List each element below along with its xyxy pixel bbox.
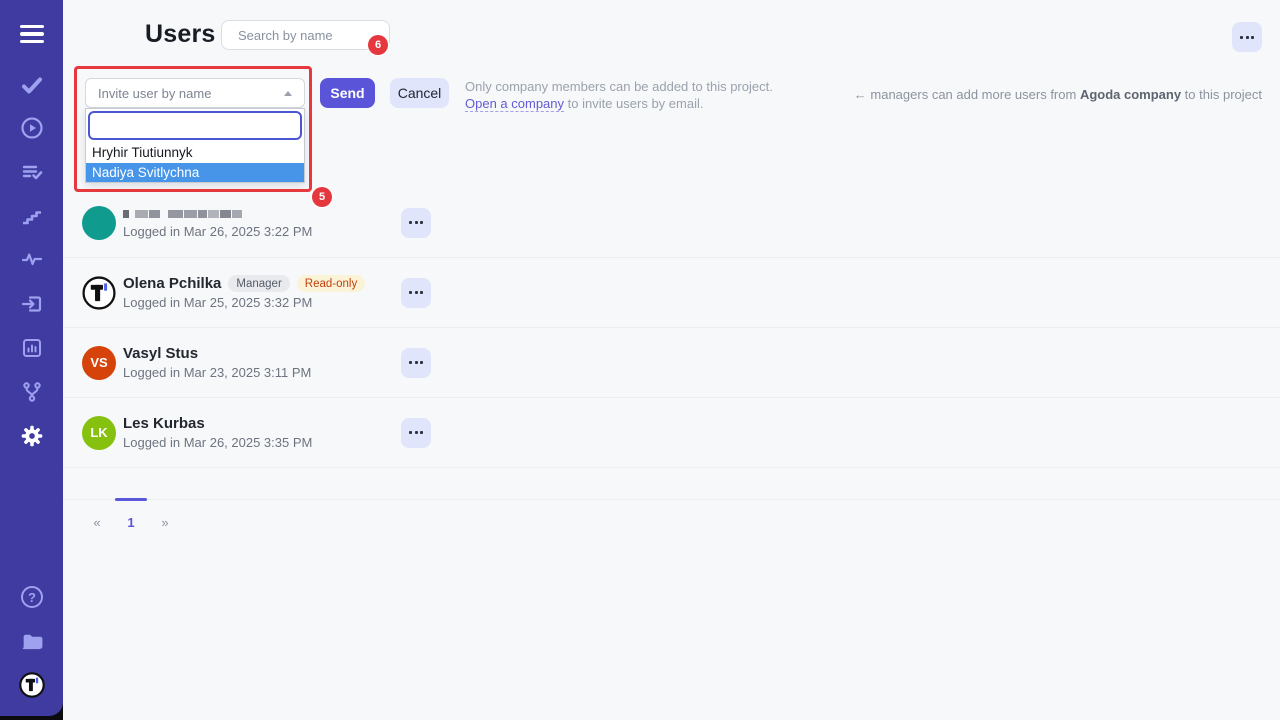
list-spacer: [63, 468, 1280, 500]
sidebar: ?: [0, 0, 63, 716]
menu-hamburger-icon[interactable]: [19, 21, 45, 47]
app-logo-icon[interactable]: [19, 672, 45, 698]
pagination-next[interactable]: »: [148, 500, 182, 544]
invite-info-text: Only company members can be added to thi…: [465, 78, 773, 112]
readonly-badge: Read-only: [297, 275, 365, 292]
user-row: VS Vasyl Stus Logged in Mar 23, 2025 3:1…: [63, 328, 1280, 398]
dropdown-option-selected[interactable]: Nadiya Svitlychna: [86, 163, 304, 183]
chevron-up-icon: [284, 91, 292, 96]
stairs-steps-icon[interactable]: [19, 203, 45, 229]
note-company-name: Agoda company: [1080, 87, 1181, 102]
folder-icon[interactable]: [19, 628, 45, 654]
send-button[interactable]: Send: [320, 78, 375, 108]
invite-user-select[interactable]: Invite user by name: [85, 78, 305, 108]
invite-user-dropdown: Hryhir Tiutiunnyk Nadiya Svitlychna: [85, 108, 305, 183]
user-list: Logged in Mar 26, 2025 3:22 PM: [63, 188, 1280, 544]
settings-gear-icon[interactable]: [19, 423, 45, 449]
bar-chart-icon[interactable]: [19, 335, 45, 361]
user-name: Vasyl Stus: [123, 345, 198, 362]
redacted-name: [123, 206, 312, 221]
note-prefix: ← managers can add more users from: [854, 87, 1080, 102]
page-title: Users: [145, 20, 216, 49]
last-login: Logged in Mar 26, 2025 3:22 PM: [123, 224, 312, 239]
branch-merge-icon[interactable]: [19, 379, 45, 405]
managers-note: ← managers can add more users from Agoda…: [854, 87, 1262, 102]
play-circle-icon[interactable]: [19, 115, 45, 141]
cancel-button[interactable]: Cancel: [390, 78, 449, 108]
help-question-icon[interactable]: ?: [19, 584, 45, 610]
row-more-actions-button[interactable]: [401, 418, 431, 448]
row-more-actions-button[interactable]: [401, 208, 431, 238]
pagination-prev[interactable]: «: [80, 500, 114, 544]
last-login: Logged in Mar 23, 2025 3:11 PM: [123, 365, 311, 380]
row-more-actions-button[interactable]: [401, 278, 431, 308]
annotation-badge-5: 5: [312, 187, 332, 207]
user-row: LK Les Kurbas Logged in Mar 26, 2025 3:3…: [63, 398, 1280, 468]
avatar: VS: [82, 346, 116, 380]
info-line2-rest: to invite users by email.: [564, 96, 703, 111]
avatar: [82, 206, 116, 240]
role-badge: Manager: [228, 275, 289, 292]
info-line1: Only company members can be added to thi…: [465, 79, 773, 94]
invite-filter-input[interactable]: [88, 111, 302, 140]
dropdown-option[interactable]: Hryhir Tiutiunnyk: [86, 143, 304, 163]
pagination-page-1[interactable]: 1: [114, 500, 148, 544]
pagination: « 1 »: [63, 500, 1280, 544]
main-content: Users Invite user by name Hryhir Tiutiun…: [63, 0, 1280, 720]
user-row: Logged in Mar 26, 2025 3:22 PM: [63, 188, 1280, 258]
search-box: [221, 20, 390, 50]
page-more-actions-button[interactable]: [1232, 22, 1262, 52]
sign-in-icon[interactable]: [19, 291, 45, 317]
invite-select-placeholder: Invite user by name: [98, 86, 284, 101]
note-suffix: to this project: [1181, 87, 1262, 102]
open-company-link[interactable]: Open a company: [465, 96, 564, 112]
activity-pulse-icon[interactable]: [19, 247, 45, 273]
user-name: Olena Pchilka: [123, 275, 221, 292]
task-list-check-icon[interactable]: [19, 159, 45, 185]
last-login: Logged in Mar 26, 2025 3:35 PM: [123, 435, 312, 450]
row-more-actions-button[interactable]: [401, 348, 431, 378]
annotation-badge-6: 6: [368, 35, 388, 55]
user-name: Les Kurbas: [123, 415, 205, 432]
user-row: Olena Pchilka Manager Read-only Logged i…: [63, 258, 1280, 328]
last-login: Logged in Mar 25, 2025 3:32 PM: [123, 295, 365, 310]
checkmark-icon[interactable]: [19, 72, 45, 98]
avatar: LK: [82, 416, 116, 450]
search-input[interactable]: [238, 28, 414, 43]
avatar-logo: [82, 276, 116, 310]
